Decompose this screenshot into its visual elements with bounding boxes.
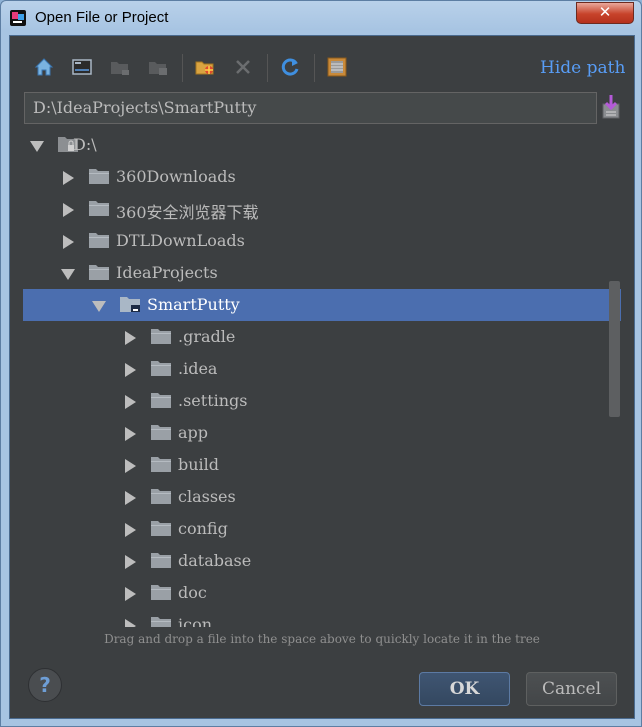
desktop-icon[interactable] <box>71 56 93 78</box>
hide-path-link[interactable]: Hide path <box>540 58 625 78</box>
folder-icon <box>151 329 171 344</box>
tree-node[interactable]: .settings <box>23 385 621 417</box>
folder-icon <box>151 425 171 440</box>
tree-node[interactable]: app <box>23 417 621 449</box>
tree-scrollbar[interactable] <box>609 281 620 417</box>
module-folder-icon[interactable] <box>147 56 169 78</box>
folder-icon <box>151 521 171 536</box>
refresh-icon[interactable] <box>279 56 301 78</box>
path-download-icon[interactable] <box>600 94 622 120</box>
delete-icon[interactable] <box>232 56 254 78</box>
expand-arrow-icon[interactable] <box>125 459 136 473</box>
expand-arrow-icon[interactable] <box>125 427 136 441</box>
toolbar-separator <box>267 54 268 82</box>
folder-icon <box>89 169 109 184</box>
intellij-app-icon <box>10 10 26 26</box>
folder-icon <box>151 457 171 472</box>
expand-arrow-icon[interactable] <box>63 203 74 217</box>
new-folder-icon[interactable] <box>194 56 216 78</box>
folder-icon <box>151 553 171 568</box>
drag-drop-hint: Drag and drop a file into the space abov… <box>104 632 540 646</box>
toolbar-separator <box>314 54 315 82</box>
expand-arrow-icon[interactable] <box>125 395 136 409</box>
expand-arrow-icon[interactable] <box>125 555 136 569</box>
project-folder-icon[interactable] <box>109 56 131 78</box>
dialog-body: Hide path D:\IdeaProjects\SmartPutty D:\… <box>9 35 635 719</box>
tree-root-drive[interactable]: D:\ <box>23 129 621 161</box>
folder-icon <box>151 361 171 376</box>
tree-node[interactable]: database <box>23 545 621 577</box>
collapse-arrow-icon[interactable] <box>61 269 75 280</box>
expand-arrow-icon[interactable] <box>125 523 136 537</box>
close-button[interactable]: ✕ <box>576 2 634 24</box>
tree-node-label: .settings <box>178 391 248 410</box>
expand-arrow-icon[interactable] <box>125 491 136 505</box>
folder-icon <box>89 265 109 280</box>
tree-node[interactable]: config <box>23 513 621 545</box>
tree-node-label: IdeaProjects <box>116 263 218 282</box>
project-folder-icon <box>120 297 140 312</box>
tree-node[interactable]: icon <box>23 609 621 627</box>
open-file-dialog: Open File or Project ✕ Hide path D:\Idea… <box>0 0 642 727</box>
show-hidden-icon[interactable] <box>326 56 348 78</box>
expand-arrow-icon[interactable] <box>63 235 74 249</box>
expand-arrow-icon[interactable] <box>125 587 136 601</box>
tree-node-label: 360Downloads <box>116 167 236 186</box>
ok-button[interactable]: OK <box>419 672 510 706</box>
path-input[interactable]: D:\IdeaProjects\SmartPutty <box>24 92 597 124</box>
tree-node[interactable]: 360Downloads <box>23 161 621 193</box>
help-button[interactable]: ? <box>28 668 62 702</box>
tree-node[interactable]: SmartPutty <box>23 289 621 321</box>
toolbar-separator <box>182 54 183 82</box>
folder-icon <box>89 201 109 216</box>
tree-node-label: build <box>178 455 220 474</box>
tree-node-label: DTLDownLoads <box>116 231 245 250</box>
expand-arrow-icon[interactable] <box>125 619 136 627</box>
folder-icon <box>151 585 171 600</box>
folder-icon <box>151 393 171 408</box>
collapse-arrow-icon[interactable] <box>30 141 44 152</box>
tree-node-label: classes <box>178 487 236 506</box>
tree-node-label: D:\ <box>73 135 97 154</box>
tree-node-label: database <box>178 551 252 570</box>
tree-node[interactable]: .idea <box>23 353 621 385</box>
folder-icon <box>151 489 171 504</box>
tree-node[interactable]: build <box>23 449 621 481</box>
tree-node-label: 360安全浏览器下载 <box>116 203 259 222</box>
tree-node-label: SmartPutty <box>147 295 240 314</box>
folder-icon <box>151 617 171 627</box>
tree-node[interactable]: doc <box>23 577 621 609</box>
window-title: Open File or Project <box>35 9 169 26</box>
collapse-arrow-icon[interactable] <box>92 301 106 312</box>
tree-node-label: app <box>178 423 209 442</box>
tree-node-label: doc <box>178 583 207 602</box>
tree-node-label: config <box>178 519 228 538</box>
expand-arrow-icon[interactable] <box>63 171 74 185</box>
toolbar: Hide path <box>10 36 634 92</box>
expand-arrow-icon[interactable] <box>125 363 136 377</box>
tree-node-label: .gradle <box>178 327 236 346</box>
title-bar[interactable]: Open File or Project ✕ <box>1 1 641 35</box>
tree-node[interactable]: DTLDownLoads <box>23 225 621 257</box>
tree-node[interactable]: 360安全浏览器下载 <box>23 193 621 225</box>
expand-arrow-icon[interactable] <box>125 331 136 345</box>
tree-node[interactable]: IdeaProjects <box>23 257 621 289</box>
folder-icon <box>89 233 109 248</box>
file-tree[interactable]: D:\ 360Downloads 360安全浏览器下载 DTLDownLoads Ide… <box>23 129 621 627</box>
tree-node[interactable]: .gradle <box>23 321 621 353</box>
tree-node-label: .idea <box>178 359 218 378</box>
tree-node[interactable]: classes <box>23 481 621 513</box>
tree-node-label: icon <box>178 615 213 627</box>
cancel-button[interactable]: Cancel <box>526 672 617 706</box>
home-icon[interactable] <box>33 56 55 78</box>
